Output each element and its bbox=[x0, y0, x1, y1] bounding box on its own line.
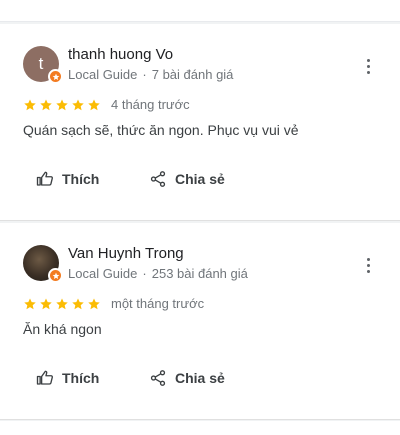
star-icon bbox=[55, 98, 69, 112]
review-text: Quán sạch sẽ, thức ăn ngon. Phục vụ vui … bbox=[23, 122, 299, 138]
star-icon bbox=[39, 98, 53, 112]
bottom-divider bbox=[0, 421, 400, 435]
more-vertical-icon[interactable] bbox=[360, 54, 376, 78]
star-icon bbox=[23, 98, 37, 112]
avatar[interactable] bbox=[23, 245, 63, 283]
star-icon bbox=[23, 297, 37, 311]
review-time: một tháng trước bbox=[111, 296, 205, 311]
thumbs-up-icon bbox=[36, 171, 53, 186]
review-card: t thanh huong Vo Local Guide · 7 bài đánh … bbox=[0, 24, 400, 221]
share-label: Chia sẻ bbox=[175, 370, 225, 386]
share-label: Chia sẻ bbox=[175, 171, 225, 187]
star-icon bbox=[87, 297, 101, 311]
local-guide-label: Local Guide bbox=[68, 266, 138, 281]
star-icon bbox=[71, 98, 85, 112]
review-text: Ăn khá ngon bbox=[23, 321, 102, 337]
local-guide-badge-icon bbox=[48, 69, 63, 84]
review-actions: Thích Chia sẻ bbox=[36, 170, 225, 188]
review-actions: Thích Chia sẻ bbox=[36, 369, 225, 387]
like-label: Thích bbox=[62, 171, 100, 187]
share-icon bbox=[150, 171, 166, 187]
review-count: 253 bài đánh giá bbox=[151, 266, 248, 281]
star-icon bbox=[71, 297, 85, 311]
share-button[interactable]: Chia sẻ bbox=[149, 369, 225, 387]
star-rating bbox=[23, 98, 101, 112]
star-rating bbox=[23, 297, 101, 311]
local-guide-badge-icon bbox=[48, 268, 63, 283]
star-icon bbox=[87, 98, 101, 112]
share-icon bbox=[150, 370, 166, 386]
review-card: Van Huynh Trong Local Guide · 253 bài đánh… bbox=[0, 223, 400, 420]
reviewer-name[interactable]: Van Huynh Trong bbox=[68, 245, 184, 262]
review-time: 4 tháng trước bbox=[111, 97, 190, 112]
star-icon bbox=[55, 297, 69, 311]
meta-separator: · bbox=[142, 266, 147, 281]
share-button[interactable]: Chia sẻ bbox=[149, 170, 225, 188]
reviewer-name[interactable]: thanh huong Vo bbox=[68, 46, 173, 63]
meta-separator: · bbox=[142, 67, 147, 82]
top-divider bbox=[0, 0, 400, 22]
like-button[interactable]: Thích bbox=[36, 170, 149, 188]
more-vertical-icon[interactable] bbox=[360, 253, 376, 277]
review-count: 7 bài đánh giá bbox=[151, 67, 234, 82]
star-icon bbox=[39, 297, 53, 311]
thumbs-up-icon bbox=[36, 370, 53, 385]
reviewer-meta: Local Guide · 7 bài đánh giá bbox=[68, 67, 233, 82]
rating-row: một tháng trước bbox=[23, 296, 204, 311]
rating-row: 4 tháng trước bbox=[23, 97, 190, 112]
like-button[interactable]: Thích bbox=[36, 369, 149, 387]
reviewer-meta: Local Guide · 253 bài đánh giá bbox=[68, 266, 248, 281]
avatar[interactable]: t bbox=[23, 46, 63, 84]
like-label: Thích bbox=[62, 370, 100, 386]
local-guide-label: Local Guide bbox=[68, 67, 138, 82]
